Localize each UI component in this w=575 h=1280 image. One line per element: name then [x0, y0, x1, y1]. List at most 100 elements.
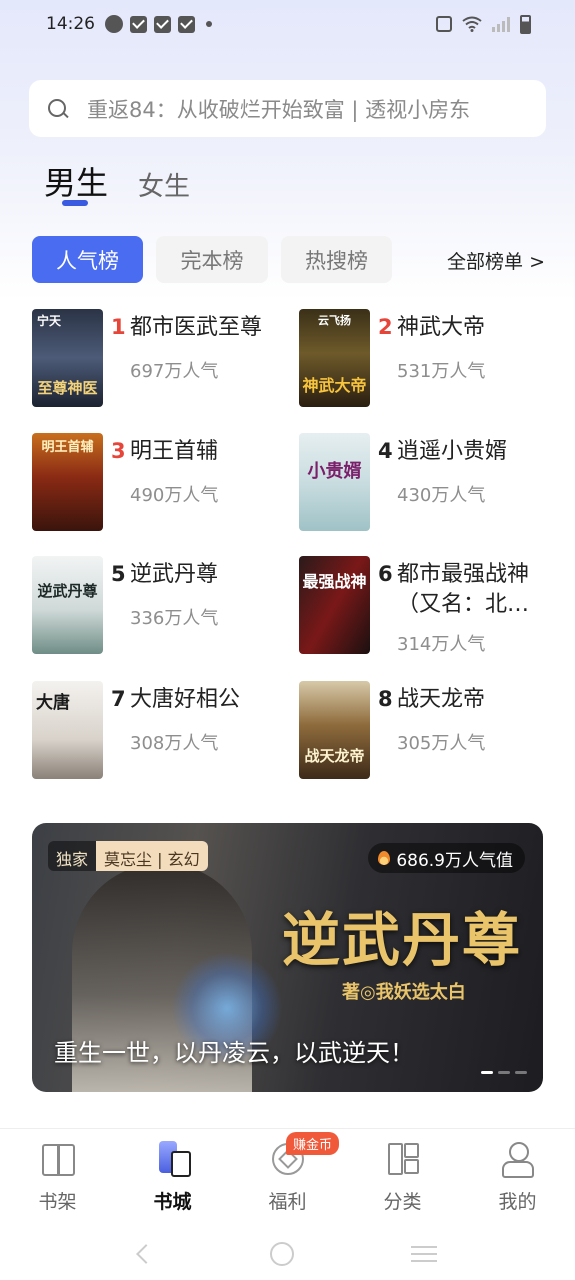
- search-placeholder: 重返84：从收破烂开始致富 | 透视小房东: [87, 97, 471, 122]
- book-popularity: 697万人气: [130, 361, 219, 382]
- rank-number: 3: [111, 439, 126, 463]
- wifi-icon: [462, 16, 482, 32]
- nav-label: 书城: [153, 1191, 192, 1213]
- cover-text: 战天龙帝: [304, 747, 365, 766]
- rank-number: 7: [111, 687, 126, 711]
- recent-apps-icon[interactable]: [410, 1246, 437, 1262]
- book-item[interactable]: 大唐 7 大唐好相公 308万人气: [32, 681, 292, 781]
- earn-coins-badge: 赚金币: [286, 1132, 340, 1155]
- book-title: 逆武丹尊: [130, 562, 219, 587]
- book-cover: 小贵婿: [299, 433, 370, 531]
- tab-popularity-rank[interactable]: 人气榜: [32, 236, 143, 283]
- book-popularity: 308万人气: [130, 733, 219, 754]
- book-cover: 明王首辅: [32, 433, 103, 531]
- cover-text: 明王首辅: [41, 440, 94, 455]
- book-title: 逍遥小贵婿: [397, 439, 508, 464]
- nav-label: 我的: [498, 1191, 537, 1213]
- fire-icon: [378, 851, 391, 865]
- book-title: 神武大帝: [397, 315, 486, 340]
- mail-notification-icon: [154, 15, 171, 33]
- banner-title: 逆武丹尊: [282, 906, 523, 974]
- tab-completed-rank[interactable]: 完本榜: [156, 236, 268, 283]
- search-icon: [47, 98, 69, 120]
- cover-text: 最强战神: [302, 572, 367, 591]
- cover-text: 云飞扬: [318, 314, 351, 327]
- cover-text: 逆武丹尊: [37, 582, 98, 600]
- book-item[interactable]: 逆武丹尊 5 逆武丹尊 336万人气: [32, 556, 292, 656]
- banner-popularity-value: 686.9万人气值: [396, 850, 513, 871]
- rank-number: 2: [378, 315, 393, 339]
- book-cover: 大唐: [32, 681, 103, 779]
- profile-icon: [500, 1141, 536, 1178]
- tab-female[interactable]: 女生: [138, 166, 190, 203]
- app-notification-icon: [105, 15, 123, 33]
- book-popularity: 531万人气: [397, 361, 486, 382]
- vibrate-icon: [436, 16, 452, 32]
- book-cover: 最强战神: [299, 556, 370, 654]
- rank-number: 1: [111, 315, 126, 339]
- nav-bookstore[interactable]: 书城: [115, 1129, 230, 1228]
- tab-male[interactable]: 男生: [44, 158, 108, 204]
- cover-text: 至尊神医: [37, 379, 98, 398]
- banner-popularity: 686.9万人气值: [368, 843, 525, 873]
- mail-notification-icon: [178, 15, 195, 33]
- search-bar[interactable]: 重返84：从收破烂开始致富 | 透视小房东: [29, 80, 546, 137]
- exclusive-tag: 独家: [48, 841, 97, 871]
- book-title: 战天龙帝: [397, 687, 486, 712]
- tab-active-indicator: [62, 200, 88, 206]
- cover-text: 宁天: [37, 314, 62, 328]
- rank-number: 8: [378, 687, 393, 711]
- signal-icon: [492, 16, 510, 32]
- book-title: 大唐好相公: [130, 687, 241, 712]
- book-cover: 战天龙帝: [299, 681, 370, 779]
- bookshelf-icon: [40, 1141, 76, 1177]
- rank-number: 4: [378, 439, 393, 463]
- book-title: 明王首辅: [130, 439, 219, 464]
- nav-label: 书架: [38, 1191, 77, 1213]
- bottom-nav: 书架 书城 赚金币 福利 分类 我的: [0, 1128, 575, 1228]
- all-lists-link[interactable]: 全部榜单 >: [447, 247, 545, 274]
- book-popularity: 314万人气: [397, 634, 486, 655]
- home-icon[interactable]: [269, 1242, 294, 1266]
- cover-text: 神武大帝: [302, 376, 367, 396]
- book-item[interactable]: 云飞扬 神武大帝 2 神武大帝 531万人气: [299, 309, 559, 409]
- cover-text: 小贵婿: [307, 461, 362, 482]
- carousel-indicator: [481, 1071, 527, 1074]
- book-popularity: 490万人气: [130, 485, 219, 506]
- back-icon[interactable]: [135, 1244, 156, 1264]
- banner-tags: 独家 莫忘尘 | 玄幻: [48, 841, 208, 871]
- book-item[interactable]: 战天龙帝 8 战天龙帝 305万人气: [299, 681, 559, 781]
- banner-slogan: 重生一世，以丹凌云，以武逆天！: [54, 1039, 414, 1067]
- nav-bookshelf[interactable]: 书架: [0, 1129, 115, 1228]
- nav-welfare[interactable]: 赚金币 福利: [230, 1129, 345, 1228]
- tab-hot-search-rank[interactable]: 热搜榜: [281, 236, 392, 283]
- nav-category[interactable]: 分类: [345, 1129, 460, 1228]
- book-item[interactable]: 宁天 至尊神医 1 都市医武至尊 697万人气: [32, 309, 292, 409]
- nav-label: 福利: [268, 1191, 307, 1213]
- rank-number: 6: [378, 562, 393, 586]
- bookstore-icon: [155, 1141, 191, 1177]
- book-cover: 云飞扬 神武大帝: [299, 309, 370, 407]
- more-notifications-icon: [206, 21, 212, 27]
- book-item[interactable]: 最强战神 6 都市最强战神（又名：北… 314万人气: [299, 556, 559, 656]
- system-nav-bar: [0, 1228, 575, 1280]
- rank-number: 5: [111, 562, 126, 586]
- book-item[interactable]: 小贵婿 4 逍遥小贵婿 430万人气: [299, 433, 559, 533]
- book-item[interactable]: 明王首辅 3 明王首辅 490万人气: [32, 433, 292, 533]
- promo-banner[interactable]: 独家 莫忘尘 | 玄幻 686.9万人气值 逆武丹尊 著◎我妖选太白 重生一世，…: [32, 823, 543, 1092]
- book-title: 都市医武至尊: [130, 315, 263, 340]
- book-title: 都市最强战神（又名：北…: [397, 562, 530, 617]
- status-time: 14:26: [46, 14, 95, 34]
- book-popularity: 305万人气: [397, 733, 486, 754]
- book-cover: 宁天 至尊神医: [32, 309, 103, 407]
- category-icon: [385, 1141, 421, 1177]
- author-genre-tag: 莫忘尘 | 玄幻: [96, 841, 208, 871]
- book-popularity: 336万人气: [130, 608, 219, 629]
- book-popularity: 430万人气: [397, 485, 486, 506]
- nav-profile[interactable]: 我的: [460, 1129, 575, 1228]
- mail-notification-icon: [130, 15, 147, 33]
- status-bar: 14:26: [0, 0, 575, 48]
- banner-author: 著◎我妖选太白: [342, 982, 466, 1003]
- battery-icon: [520, 14, 531, 34]
- cover-text: 大唐: [36, 693, 70, 713]
